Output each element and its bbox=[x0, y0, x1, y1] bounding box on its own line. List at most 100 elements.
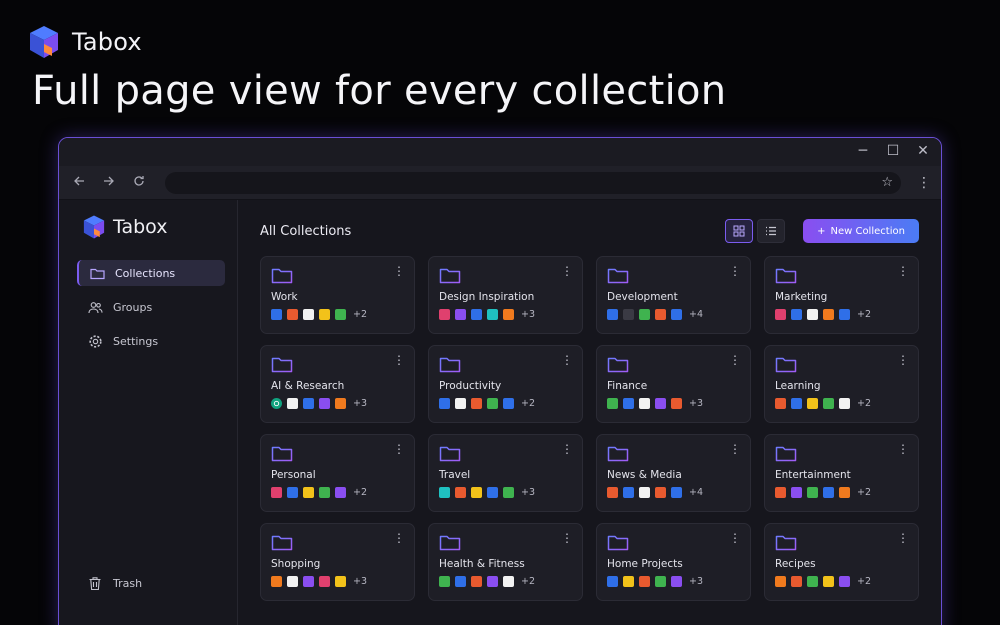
back-icon[interactable] bbox=[69, 175, 89, 191]
sidebar-item-collections[interactable]: Collections bbox=[77, 260, 225, 286]
folder-icon bbox=[775, 267, 908, 285]
sidebar-brand-name: Tabox bbox=[113, 216, 168, 238]
sidebar-item-trash[interactable]: Trash bbox=[77, 570, 142, 596]
favicon bbox=[775, 398, 786, 409]
browser-menu-icon[interactable]: ⋮ bbox=[917, 175, 931, 191]
favicon bbox=[335, 487, 346, 498]
card-menu-icon[interactable]: ⋮ bbox=[729, 532, 741, 544]
favicon bbox=[623, 487, 634, 498]
tab-favicons: +4 bbox=[607, 487, 740, 498]
card-menu-icon[interactable]: ⋮ bbox=[729, 265, 741, 277]
sidebar-item-groups[interactable]: Groups bbox=[77, 294, 225, 320]
collection-card[interactable]: ⋮ Personal +2 bbox=[260, 434, 415, 512]
tab-favicons: +2 bbox=[271, 487, 404, 498]
collection-title: Finance bbox=[607, 380, 648, 392]
favicon bbox=[503, 398, 514, 409]
collection-title: Home Projects bbox=[607, 558, 683, 570]
favicon bbox=[455, 398, 466, 409]
favicon bbox=[471, 576, 482, 587]
tab-favicons: +2 bbox=[271, 309, 404, 320]
favicon bbox=[319, 487, 330, 498]
favicon bbox=[671, 487, 682, 498]
address-bar[interactable]: ☆ bbox=[165, 171, 901, 194]
collection-card[interactable]: ⋮ Entertainment +2 bbox=[764, 434, 919, 512]
card-menu-icon[interactable]: ⋮ bbox=[561, 354, 573, 366]
favicon bbox=[655, 309, 666, 320]
collection-card[interactable]: ⋮ Home Projects +3 bbox=[596, 523, 751, 601]
trash-icon bbox=[87, 575, 103, 591]
card-menu-icon[interactable]: ⋮ bbox=[561, 443, 573, 455]
minimize-icon[interactable]: ─ bbox=[855, 143, 871, 159]
tab-favicons: +2 bbox=[439, 576, 572, 587]
grid-view-button[interactable] bbox=[725, 219, 753, 243]
favicon bbox=[335, 309, 346, 320]
favicon bbox=[607, 576, 618, 587]
card-menu-icon[interactable]: ⋮ bbox=[897, 265, 909, 277]
more-count: +2 bbox=[353, 309, 368, 320]
favicon bbox=[655, 576, 666, 587]
card-menu-icon[interactable]: ⋮ bbox=[393, 532, 405, 544]
sidebar-brand: Tabox bbox=[59, 214, 237, 240]
bookmark-star-icon[interactable]: ☆ bbox=[881, 175, 893, 190]
folder-icon bbox=[439, 356, 572, 374]
close-icon[interactable]: ✕ bbox=[915, 143, 931, 159]
collection-card[interactable]: ⋮ Finance +3 bbox=[596, 345, 751, 423]
new-collection-button[interactable]: + New Collection bbox=[803, 219, 919, 243]
collection-card[interactable]: ⋮ Health & Fitness +2 bbox=[428, 523, 583, 601]
collection-card[interactable]: ⋮ Recipes +2 bbox=[764, 523, 919, 601]
favicon bbox=[623, 309, 634, 320]
card-menu-icon[interactable]: ⋮ bbox=[393, 443, 405, 455]
forward-icon[interactable] bbox=[99, 175, 119, 191]
more-count: +3 bbox=[353, 576, 368, 587]
folder-icon bbox=[607, 356, 740, 374]
reload-icon[interactable] bbox=[129, 175, 149, 191]
favicon bbox=[807, 309, 818, 320]
card-menu-icon[interactable]: ⋮ bbox=[393, 265, 405, 277]
collection-card[interactable]: ⋮ News & Media +4 bbox=[596, 434, 751, 512]
collection-title: Health & Fitness bbox=[439, 558, 525, 570]
favicon bbox=[455, 576, 466, 587]
favicon bbox=[807, 398, 818, 409]
collection-card[interactable]: ⋮ Design Inspiration +3 bbox=[428, 256, 583, 334]
folder-icon bbox=[775, 534, 908, 552]
maximize-icon[interactable]: ☐ bbox=[885, 143, 901, 159]
card-menu-icon[interactable]: ⋮ bbox=[729, 443, 741, 455]
main-content: All Collections + New Collection ⋮ Work … bbox=[238, 200, 941, 625]
collection-card[interactable]: ⋮ Work +2 bbox=[260, 256, 415, 334]
list-icon bbox=[766, 226, 776, 236]
favicon bbox=[503, 576, 514, 587]
collection-card[interactable]: ⋮ Shopping +3 bbox=[260, 523, 415, 601]
card-menu-icon[interactable]: ⋮ bbox=[729, 354, 741, 366]
favicon bbox=[455, 487, 466, 498]
tab-favicons: +3 bbox=[439, 487, 572, 498]
collection-card[interactable]: ⋮ AI & Research +3 bbox=[260, 345, 415, 423]
collection-title: Shopping bbox=[271, 558, 321, 570]
folder-icon bbox=[775, 445, 908, 463]
more-count: +3 bbox=[521, 487, 536, 498]
card-menu-icon[interactable]: ⋮ bbox=[561, 532, 573, 544]
card-menu-icon[interactable]: ⋮ bbox=[897, 354, 909, 366]
more-count: +3 bbox=[689, 576, 704, 587]
new-collection-label: New Collection bbox=[830, 225, 905, 237]
more-count: +2 bbox=[857, 309, 872, 320]
list-view-button[interactable] bbox=[757, 219, 785, 243]
grid-icon bbox=[733, 225, 745, 237]
collection-card[interactable]: ⋮ Productivity +2 bbox=[428, 345, 583, 423]
collection-card[interactable]: ⋮ Development +4 bbox=[596, 256, 751, 334]
favicon bbox=[439, 398, 450, 409]
card-menu-icon[interactable]: ⋮ bbox=[393, 354, 405, 366]
favicon bbox=[439, 487, 450, 498]
tab-favicons: +2 bbox=[775, 487, 908, 498]
favicon bbox=[791, 487, 802, 498]
collection-card[interactable]: ⋮ Marketing +2 bbox=[764, 256, 919, 334]
card-menu-icon[interactable]: ⋮ bbox=[897, 443, 909, 455]
favicon bbox=[335, 576, 346, 587]
sidebar-item-settings[interactable]: Settings bbox=[77, 328, 225, 354]
folder-icon bbox=[439, 267, 572, 285]
collection-card[interactable]: ⋮ Learning +2 bbox=[764, 345, 919, 423]
collection-card[interactable]: ⋮ Travel +3 bbox=[428, 434, 583, 512]
card-menu-icon[interactable]: ⋮ bbox=[897, 532, 909, 544]
card-menu-icon[interactable]: ⋮ bbox=[561, 265, 573, 277]
main-header: All Collections + New Collection bbox=[260, 218, 919, 244]
collection-title: Marketing bbox=[775, 291, 828, 303]
